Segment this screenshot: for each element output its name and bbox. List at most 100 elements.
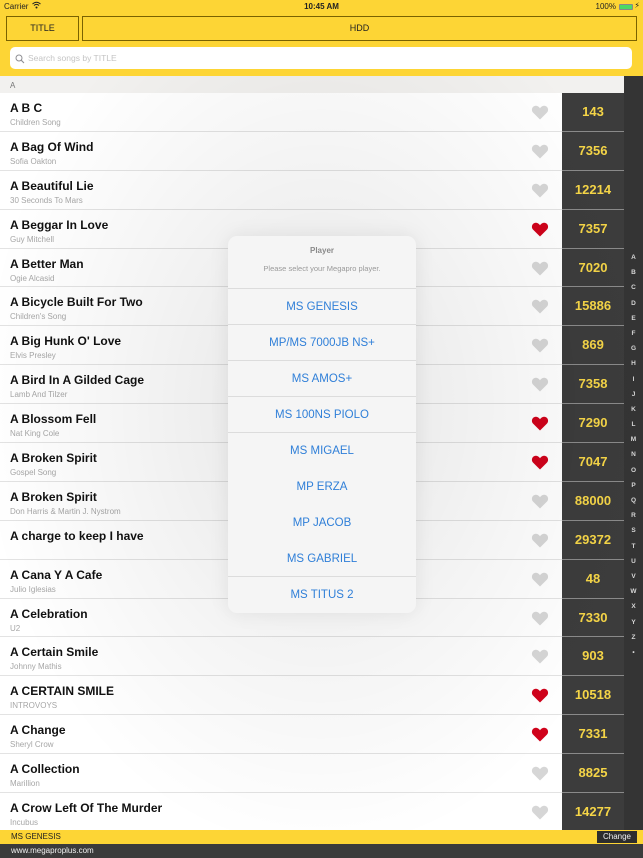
song-title: A B C bbox=[10, 101, 43, 115]
player-option-button[interactable]: MP ERZA bbox=[228, 469, 416, 505]
heart-outline-icon[interactable] bbox=[531, 804, 549, 820]
heart-outline-icon[interactable] bbox=[531, 571, 549, 587]
current-player-bar: MS GENESIS Change bbox=[0, 830, 643, 844]
song-artist: Nat King Cole bbox=[10, 429, 60, 439]
index-letter[interactable]: K bbox=[624, 406, 643, 421]
dialog-title: Player bbox=[309, 246, 335, 255]
song-artist: Guy Mitchell bbox=[10, 234, 55, 244]
heart-filled-icon[interactable] bbox=[531, 687, 549, 703]
heart-outline-icon[interactable] bbox=[531, 298, 549, 314]
player-option-button[interactable]: MS GABRIEL bbox=[228, 541, 416, 577]
tab-hdd[interactable]: HDD bbox=[82, 16, 637, 41]
index-letter[interactable]: P bbox=[624, 482, 643, 497]
heart-outline-icon[interactable] bbox=[531, 648, 549, 664]
change-player-button[interactable]: Change bbox=[597, 831, 637, 843]
player-option-button[interactable]: MP JACOB bbox=[228, 505, 416, 541]
song-number: 143 bbox=[562, 93, 624, 132]
song-row[interactable]: A Collection Marillion 8825 bbox=[0, 754, 624, 794]
heart-outline-icon[interactable] bbox=[531, 376, 549, 392]
index-letter[interactable]: E bbox=[624, 315, 643, 330]
song-row[interactable]: A Change Sheryl Crow 7331 bbox=[0, 715, 624, 755]
heart-outline-icon[interactable] bbox=[531, 260, 549, 276]
heart-outline-icon[interactable] bbox=[531, 143, 549, 159]
player-option-button[interactable]: MS MIGAEL bbox=[228, 433, 416, 469]
index-letter[interactable]: H bbox=[624, 360, 643, 375]
heart-outline-icon[interactable] bbox=[531, 104, 549, 120]
song-title: A Bag Of Wind bbox=[10, 139, 94, 154]
heart-outline-icon[interactable] bbox=[531, 337, 549, 353]
search-input[interactable] bbox=[28, 47, 618, 69]
index-letter[interactable]: Z bbox=[624, 634, 643, 649]
player-option-button[interactable]: MS 100NS PIOLO bbox=[228, 397, 416, 433]
song-artist: Marillion bbox=[10, 779, 40, 789]
song-row[interactable]: A Beautiful Lie 30 Seconds To Mars 12214 bbox=[0, 170, 624, 210]
song-title: A Broken Spirit bbox=[10, 451, 97, 466]
song-title: A Certain Smile bbox=[10, 645, 99, 660]
website-link[interactable]: www.megaproplus.com bbox=[11, 846, 94, 855]
heart-filled-icon[interactable] bbox=[531, 221, 549, 237]
player-option-button[interactable]: MS GENESIS bbox=[228, 289, 416, 325]
search-bar bbox=[10, 47, 632, 69]
index-letter[interactable]: S bbox=[624, 527, 643, 542]
heart-filled-icon[interactable] bbox=[531, 454, 549, 470]
song-number: 7331 bbox=[562, 715, 624, 755]
section-index[interactable]: A B C D E F G H I J K L M N O P Q R S T U V W X Y Z • bbox=[624, 76, 643, 830]
index-letter[interactable]: A bbox=[624, 254, 643, 269]
status-bar: Carrier 10:45 AM 100% ⚡ bbox=[0, 0, 643, 14]
website-bar: www.megaproplus.com bbox=[0, 844, 643, 858]
song-artist: Lamb And Tilzer bbox=[10, 390, 68, 400]
heart-filled-icon[interactable] bbox=[531, 726, 549, 742]
index-letter[interactable]: X bbox=[624, 603, 643, 618]
player-option-button[interactable]: MP/MS 7000JB NS+ bbox=[228, 325, 416, 361]
index-letter[interactable]: Y bbox=[624, 619, 643, 634]
song-title: A Change bbox=[10, 723, 66, 738]
song-artist: Sheryl Crow bbox=[10, 740, 54, 750]
player-option-button[interactable]: MS AMOS+ bbox=[228, 361, 416, 397]
index-letter[interactable]: D bbox=[624, 300, 643, 315]
song-title: A Cana Y A Cafe bbox=[10, 567, 103, 582]
song-row[interactable]: A Bag Of Wind Sofia Oakton 7356 bbox=[0, 131, 624, 171]
index-letter[interactable]: G bbox=[624, 345, 643, 360]
tab-title[interactable]: TITLE bbox=[6, 16, 79, 41]
index-letter[interactable]: U bbox=[624, 558, 643, 573]
song-title: A Crow Left Of The Murder bbox=[10, 801, 163, 816]
index-letter[interactable]: I bbox=[624, 376, 643, 391]
song-row[interactable]: A Certain Smile Johnny Mathis 903 bbox=[0, 637, 624, 677]
index-letter[interactable]: J bbox=[624, 391, 643, 406]
index-letter[interactable]: R bbox=[624, 512, 643, 527]
player-option-button[interactable]: MS TITUS 2 bbox=[228, 577, 416, 613]
song-row[interactable]: A Crow Left Of The Murder Incubus 14277 bbox=[0, 793, 624, 832]
index-letter[interactable]: O bbox=[624, 467, 643, 482]
index-letter[interactable]: L bbox=[624, 421, 643, 436]
song-row[interactable]: A CERTAIN SMILE INTROVOYS 10518 bbox=[0, 676, 624, 716]
heart-outline-icon[interactable] bbox=[531, 493, 549, 509]
index-letter[interactable]: Q bbox=[624, 497, 643, 512]
song-number: 7330 bbox=[562, 598, 624, 638]
song-number: 7356 bbox=[562, 131, 624, 171]
index-letter[interactable]: W bbox=[624, 588, 643, 603]
index-letter[interactable]: T bbox=[624, 543, 643, 558]
song-number: 7020 bbox=[562, 248, 624, 288]
song-artist: Julio Iglesias bbox=[10, 584, 56, 594]
song-artist: Elvis Presley bbox=[10, 351, 56, 361]
song-title: A Bird In A Gilded Cage bbox=[10, 373, 145, 388]
index-letter[interactable]: V bbox=[624, 573, 643, 588]
song-row[interactable]: A B C Children Song 143 bbox=[0, 93, 624, 132]
index-letter[interactable]: M bbox=[624, 436, 643, 451]
heart-filled-icon[interactable] bbox=[531, 415, 549, 431]
song-title: A CERTAIN SMILE bbox=[10, 684, 114, 699]
song-number: 48 bbox=[562, 559, 624, 599]
index-letter[interactable]: F bbox=[624, 330, 643, 345]
index-letter[interactable]: B bbox=[624, 269, 643, 284]
heart-outline-icon[interactable] bbox=[531, 532, 549, 548]
index-letter[interactable]: N bbox=[624, 451, 643, 466]
song-number: 15886 bbox=[562, 287, 624, 327]
heart-outline-icon[interactable] bbox=[531, 182, 549, 198]
dialog-message: Please select your Megapro player. bbox=[263, 264, 381, 273]
heart-outline-icon[interactable] bbox=[531, 765, 549, 781]
battery-percent: 100% bbox=[595, 2, 616, 11]
index-letter[interactable]: C bbox=[624, 284, 643, 299]
index-letter[interactable]: • bbox=[624, 649, 643, 664]
song-number: 29372 bbox=[562, 520, 624, 560]
heart-outline-icon[interactable] bbox=[531, 610, 549, 626]
